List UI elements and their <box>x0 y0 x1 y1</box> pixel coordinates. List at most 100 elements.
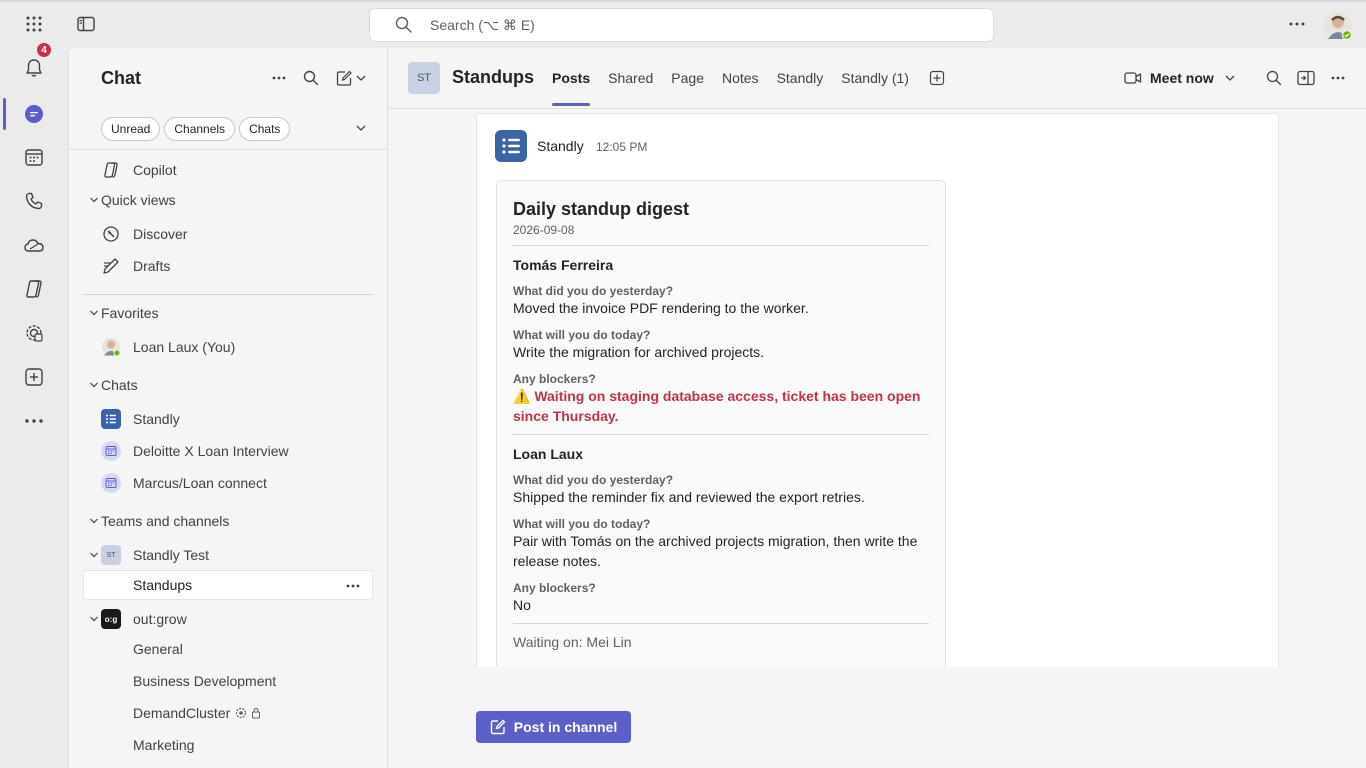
new-chat-button[interactable] <box>331 66 371 90</box>
person-name: Loan Laux <box>513 446 584 462</box>
filter-unread[interactable]: Unread <box>101 117 161 141</box>
teams-channels-section[interactable]: Teams and channels <box>87 511 229 531</box>
tab-posts[interactable]: Posts <box>552 48 591 108</box>
channel-header: ST Standups Posts Shared Page Notes Stan… <box>388 48 1366 109</box>
app-launcher-icon[interactable] <box>16 6 52 42</box>
copilot-item[interactable]: Copilot <box>101 160 177 180</box>
favorite-me-label: Loan Laux (You) <box>133 339 236 355</box>
discover-item[interactable]: Discover <box>101 224 187 244</box>
calendar-icon <box>24 147 44 167</box>
favorites-section[interactable]: Favorites <box>87 303 159 323</box>
chat-item-label: Deloitte X Loan Interview <box>133 443 289 459</box>
channel-search-icon[interactable] <box>1262 66 1286 90</box>
chevron-down-icon <box>87 516 101 526</box>
more-apps-button[interactable] <box>14 401 54 441</box>
add-tab-button[interactable] <box>927 48 947 108</box>
chat-icon <box>23 103 45 125</box>
copilot-icon <box>23 278 45 300</box>
copilot-button[interactable] <box>14 269 54 309</box>
favorite-me-item[interactable]: Loan Laux (You) <box>101 337 235 357</box>
chat-button[interactable] <box>14 94 54 134</box>
pane-title: Chat <box>101 68 141 88</box>
tab-shared[interactable]: Shared <box>608 48 653 108</box>
gear-icon <box>234 706 248 720</box>
calendar-button[interactable] <box>14 137 54 177</box>
chat-item-label: Standly <box>133 411 180 427</box>
settings-more-icon[interactable] <box>1279 6 1315 42</box>
channel-item-standups[interactable]: Standups <box>83 570 373 600</box>
toggle-sidebar-icon[interactable] <box>68 6 104 42</box>
divider <box>69 149 387 150</box>
discover-icon <box>101 224 121 244</box>
filters-expand-icon[interactable] <box>355 122 367 134</box>
channel-more-icon[interactable] <box>1326 66 1350 90</box>
section-label: Quick views <box>101 192 176 208</box>
standly-bot-avatar <box>495 130 527 162</box>
team-label: out:grow <box>133 611 187 627</box>
channel-label: Business Development <box>133 673 277 689</box>
copilot-label: Copilot <box>133 162 177 178</box>
pane-more-icon[interactable] <box>267 66 291 90</box>
chat-item-marcus-loan[interactable]: Marcus/Loan connect <box>101 473 267 493</box>
chats-section[interactable]: Chats <box>87 375 138 395</box>
post-in-channel-button[interactable]: Post in channel <box>476 711 631 743</box>
post-author[interactable]: Standly <box>537 138 584 154</box>
team-outgrow[interactable]: o:g out:grow <box>87 609 187 629</box>
divider <box>513 434 929 435</box>
calls-button[interactable] <box>14 181 54 221</box>
profile-avatar[interactable] <box>1323 11 1353 41</box>
apps-button[interactable] <box>14 313 54 353</box>
chat-item-deloitte[interactable]: Deloitte X Loan Interview <box>101 441 289 461</box>
channel-label: General <box>133 641 183 657</box>
chevron-down-icon <box>87 550 101 560</box>
channel-more-icon[interactable] <box>346 584 360 588</box>
filter-chips: Unread Channels Chats <box>101 117 291 141</box>
discover-label: Discover <box>133 226 188 242</box>
question-yesterday: What did you do yesterday? <box>513 284 674 298</box>
channel-title: Standups <box>452 67 535 87</box>
compose-icon <box>336 70 366 86</box>
channel-view: ST Standups Posts Shared Page Notes Stan… <box>388 48 1366 768</box>
video-camera-icon <box>1124 71 1142 85</box>
activity-button[interactable]: 4 <box>14 42 54 88</box>
search-box[interactable]: Search (⌥ ⌘ E) <box>369 8 994 42</box>
filter-channels[interactable]: Channels <box>164 117 236 141</box>
channel-item-demandcluster[interactable]: DemandCluster <box>133 703 261 723</box>
question-yesterday: What did you do yesterday? <box>513 473 674 487</box>
team-standly-test[interactable]: ST Standly Test <box>87 545 209 565</box>
chevron-down-icon[interactable] <box>1224 72 1236 84</box>
chevron-down-icon <box>87 614 101 624</box>
card-date: 2026-09-08 <box>513 223 575 237</box>
onedrive-button[interactable] <box>14 225 54 265</box>
meet-now-button[interactable]: Meet now <box>1124 66 1236 90</box>
channel-label: DemandCluster <box>133 705 231 721</box>
drafts-item[interactable]: Drafts <box>101 256 170 276</box>
post-message: Standly 12:05 PM Daily standup digest 20… <box>476 113 1279 667</box>
chat-item-standly[interactable]: Standly <box>101 409 180 429</box>
section-label: Teams and channels <box>101 513 230 529</box>
waiting-on: Waiting on: Mei Lin <box>513 634 632 650</box>
tab-standly[interactable]: Standly <box>777 48 824 108</box>
settings-apps-icon <box>23 322 45 344</box>
team-tile: ST <box>408 62 440 94</box>
filter-chats[interactable]: Chats <box>239 117 291 141</box>
chat-item-label: Marcus/Loan connect <box>133 475 267 491</box>
standup-digest-card: Daily standup digest 2026-09-08 Tomás Fe… <box>496 180 946 667</box>
channel-item-general[interactable]: General <box>133 639 183 659</box>
team-tile: ST <box>101 545 121 565</box>
drafts-label: Drafts <box>133 258 171 274</box>
tab-page[interactable]: Page <box>671 48 704 108</box>
post-timestamp: 12:05 PM <box>596 140 648 154</box>
channel-item-marketing[interactable]: Marketing <box>133 735 194 755</box>
meet-now-label: Meet now <box>1150 70 1214 86</box>
answer-blockers: No <box>513 597 531 613</box>
tab-notes[interactable]: Notes <box>722 48 759 108</box>
pane-search-icon[interactable] <box>299 66 323 90</box>
section-label: Favorites <box>101 305 159 321</box>
quick-views-section[interactable]: Quick views <box>87 190 176 210</box>
rail-selection-indicator <box>3 98 6 130</box>
tab-standly-1[interactable]: Standly (1) <box>841 48 909 108</box>
open-pane-icon[interactable] <box>1294 66 1318 90</box>
channel-item-business-development[interactable]: Business Development <box>133 671 276 691</box>
add-app-button[interactable] <box>14 357 54 397</box>
